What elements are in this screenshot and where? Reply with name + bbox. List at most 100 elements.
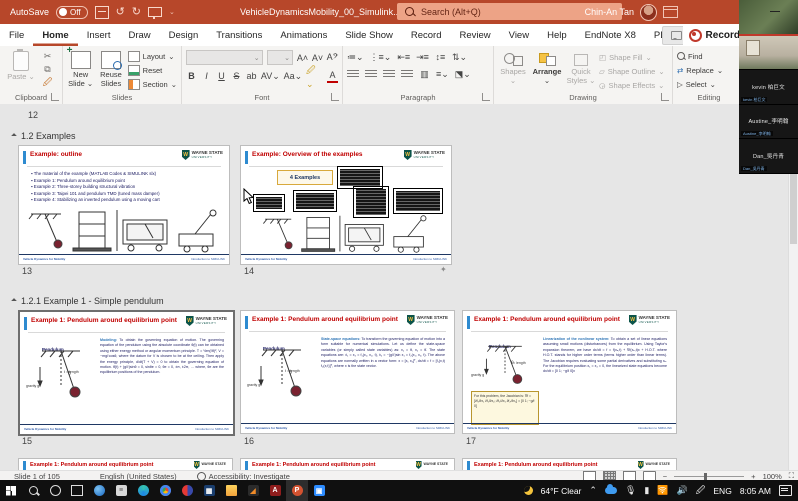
save-icon[interactable] (95, 6, 109, 19)
chrome-icon[interactable] (154, 480, 176, 501)
reuse-slides-button[interactable]: Reuse Slides (97, 49, 124, 88)
section-collapse-icon[interactable] (11, 133, 17, 139)
section-header-example1[interactable]: 1.2.1 Example 1 - Simple pendulum (12, 296, 164, 306)
slide-thumbnail-14[interactable]: Example: Overview of the examples W WAYN… (240, 145, 452, 265)
notes-app-icon[interactable]: ≡ (110, 480, 132, 501)
line-spacing-icon[interactable]: ↕≡ (435, 51, 446, 63)
start-button[interactable] (0, 480, 22, 501)
clock[interactable]: 8:05 AM (740, 486, 771, 496)
paragraph-dialog-launcher[interactable] (482, 93, 490, 101)
font-size-select[interactable]: ⌄ (267, 50, 293, 65)
autosave-toggle[interactable]: Off (56, 6, 88, 19)
scrollbar-thumb[interactable] (790, 174, 797, 244)
section-header-examples[interactable]: 1.2 Examples (12, 131, 76, 141)
participant-name-tile[interactable]: kevin 柏巨文 kevin 柏巨文 (739, 70, 798, 105)
clear-formatting-icon[interactable]: A𝄢 (327, 52, 338, 64)
format-painter-icon[interactable]: 🖉 (41, 77, 54, 88)
slide-thumbnail-16[interactable]: Example 1: Pendulum around equilibrium p… (240, 310, 455, 434)
slide-thumbnail-15[interactable]: Example 1: Pendulum around equilibrium p… (18, 310, 235, 436)
slide-thumbnail-19-partial[interactable]: Example 1: Pendulum around equilibrium p… (240, 458, 455, 470)
edge-icon[interactable] (132, 480, 154, 501)
record-button[interactable]: Record (683, 25, 746, 45)
bold-button[interactable]: B (186, 70, 197, 82)
font-dialog-launcher[interactable] (331, 93, 339, 101)
photos-app-icon[interactable] (176, 480, 198, 501)
slide-thumbnail-13[interactable]: Example: outline W WAYNE STATEUNIVERSITY… (18, 145, 230, 265)
zoom-app-icon[interactable]: ▣ (308, 480, 330, 501)
character-spacing-icon[interactable]: AV⌄ (261, 70, 280, 82)
wifi-icon[interactable]: 🛜 (657, 485, 668, 496)
replace-button[interactable]: ⇄Replace ⌄ (677, 64, 723, 76)
taskbar-search-icon[interactable] (22, 480, 44, 501)
align-right-icon[interactable] (383, 70, 395, 79)
pen-tray-icon[interactable]: 🖉 (696, 483, 706, 499)
search-input[interactable] (419, 6, 593, 18)
tab-insert[interactable]: Insert (78, 24, 120, 46)
quick-styles-button[interactable]: Quick Styles ⌄ (566, 49, 596, 85)
align-text-icon[interactable]: ≡⌄ (436, 68, 449, 80)
user-avatar[interactable] (640, 4, 657, 21)
weather-status[interactable]: 64°F Clear (541, 486, 582, 496)
shapes-button[interactable]: Shapes⌄ (498, 49, 528, 85)
shape-fill-button[interactable]: ◰ Shape Fill ⌄ (599, 51, 665, 63)
start-presentation-icon[interactable] (148, 7, 162, 17)
find-button[interactable]: Find (677, 50, 703, 62)
numbering-icon[interactable]: ⋮≡⌄ (370, 51, 392, 63)
matlab-icon[interactable]: ◢ (242, 480, 264, 501)
volume-icon[interactable]: 🔊 (677, 485, 688, 496)
quick-access-dropdown-icon[interactable]: ⌄ (169, 8, 175, 16)
bullets-icon[interactable]: ≔⌄ (347, 51, 364, 63)
strikethrough-button[interactable]: S (231, 70, 242, 82)
participant-name-tile[interactable]: Austine_李明翰 Austine_李明翰 (739, 105, 798, 140)
tab-help[interactable]: Help (538, 24, 576, 46)
redo-icon[interactable]: ↻ (132, 7, 141, 18)
participant-name-tile[interactable]: Dan_吳丹青 Dan_吳丹青 (739, 139, 798, 174)
select-button[interactable]: ▷Select ⌄ (677, 78, 716, 90)
slide-thumbnail-17[interactable]: Example 1: Pendulum around equilibrium p… (462, 310, 677, 434)
highlight-color-icon[interactable]: 🖉⌄ (306, 70, 323, 82)
text-shadow-icon[interactable]: ab (246, 70, 257, 82)
clipboard-dialog-launcher[interactable] (51, 93, 59, 101)
italic-button[interactable]: I (201, 70, 212, 82)
change-case-icon[interactable]: Aa⌄ (284, 70, 302, 82)
paste-button[interactable]: Paste ⌄ (4, 49, 38, 82)
section-collapse-icon[interactable] (11, 298, 17, 304)
language-indicator[interactable]: ENG (713, 486, 731, 496)
tab-draw[interactable]: Draw (119, 24, 159, 46)
font-color-icon[interactable]: A (327, 69, 338, 83)
increase-indent-icon[interactable]: ⇥≡ (416, 51, 429, 63)
align-left-icon[interactable] (347, 70, 359, 79)
acrobat-icon[interactable]: A (264, 480, 286, 501)
tab-file[interactable]: File (0, 24, 33, 46)
slide-thumbnail-20-partial[interactable]: Example 1: Pendulum around equilibrium p… (462, 458, 677, 470)
tab-transitions[interactable]: Transitions (207, 24, 271, 46)
justify-icon[interactable] (401, 70, 413, 79)
font-name-select[interactable]: ⌄ (186, 50, 263, 65)
underline-button[interactable]: U (216, 70, 227, 82)
reset-button[interactable]: Reset (128, 64, 177, 76)
edge-legacy-icon[interactable] (88, 480, 110, 501)
cortana-icon[interactable] (44, 480, 66, 501)
battery-icon[interactable]: ▮ (644, 485, 649, 496)
tab-endnote[interactable]: EndNote X8 (576, 24, 645, 46)
tab-slide-show[interactable]: Slide Show (336, 24, 402, 46)
participant-video-tile[interactable] (739, 36, 798, 71)
spreadsheet-app-icon[interactable]: ▦ (198, 480, 220, 501)
tab-animations[interactable]: Animations (271, 24, 336, 46)
undo-icon[interactable]: ↺ (116, 7, 125, 18)
layout-button[interactable]: Layout ⌄ (128, 50, 177, 62)
cut-icon[interactable]: ✂ (41, 51, 54, 62)
powerpoint-taskbar-icon[interactable]: P (286, 480, 308, 501)
decrease-indent-icon[interactable]: ⇤≡ (397, 51, 410, 63)
task-view-icon[interactable] (66, 480, 88, 501)
text-direction-icon[interactable]: ⇅⌄ (452, 51, 467, 63)
onedrive-icon[interactable] (605, 487, 617, 494)
zoom-slider[interactable] (674, 476, 744, 477)
smartart-convert-icon[interactable]: ⬔⌄ (455, 68, 471, 80)
document-title[interactable]: VehicleDynamicsMobility_00_Simulink...▾ (240, 0, 408, 24)
file-explorer-icon[interactable] (220, 480, 242, 501)
section-button[interactable]: Section ⌄ (128, 78, 177, 90)
ribbon-display-options-icon[interactable] (663, 6, 678, 18)
microphone-tray-icon[interactable]: 🎙 (625, 485, 636, 496)
tab-design[interactable]: Design (160, 24, 208, 46)
